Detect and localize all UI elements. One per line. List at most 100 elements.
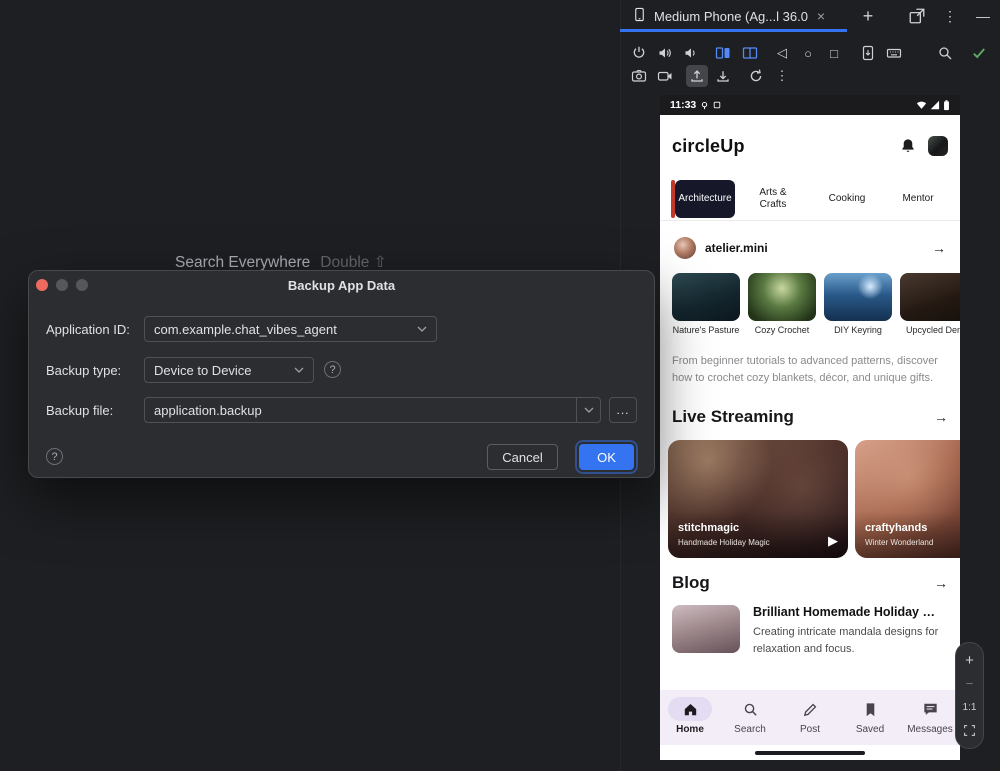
blog-header: Blog →: [672, 573, 948, 593]
stream-shade: [668, 512, 848, 558]
backup-file-input[interactable]: [145, 403, 576, 418]
tab-mentor[interactable]: Mentor: [893, 193, 943, 205]
backup-file-label: Backup file:: [46, 403, 113, 418]
craft-card[interactable]: Cozy Crochet: [748, 273, 816, 335]
back-button-icon[interactable]: ◁: [771, 42, 793, 64]
nav-post[interactable]: Post: [781, 697, 839, 735]
screen-record-icon[interactable]: [857, 42, 879, 64]
volume-up-icon[interactable]: [654, 42, 676, 64]
home-icon: [668, 697, 712, 721]
application-id-label: Application ID:: [46, 322, 130, 337]
stream-card[interactable]: stitchmagic Handmade Holiday Magic ▶: [668, 440, 848, 558]
overview-button-icon[interactable]: □: [823, 42, 845, 64]
virtual-keyboard-icon[interactable]: [883, 42, 905, 64]
zoom-in-button[interactable]: +: [960, 650, 980, 670]
status-time: 11:33: [670, 99, 696, 111]
nav-saved[interactable]: Saved: [841, 697, 899, 735]
craft-card-image: [900, 273, 960, 321]
profile-name: atelier.mini: [705, 241, 768, 255]
nav-search[interactable]: Search: [721, 697, 779, 735]
nav-label: Messages: [907, 724, 953, 735]
user-avatar[interactable]: [928, 136, 948, 156]
home-button-icon[interactable]: ○: [797, 42, 819, 64]
dialog-title: Backup App Data: [29, 278, 654, 293]
tool-window-options-icon[interactable]: ⋮: [941, 7, 959, 25]
zoom-controls-panel: + − 1:1: [955, 642, 984, 749]
add-tab-button[interactable]: +: [856, 4, 880, 28]
backup-file-combobox[interactable]: [144, 397, 601, 423]
fit-to-window-icon[interactable]: [960, 721, 980, 741]
notifications-bell-icon[interactable]: [899, 137, 917, 155]
craft-card[interactable]: Upcycled Den: [900, 273, 960, 335]
gesture-handle[interactable]: [755, 751, 865, 755]
bookmark-icon: [848, 697, 892, 721]
craft-card-label: Upcycled Den: [900, 325, 960, 335]
android-studio-window: Search EverywhereDouble ⇧ Medium Phone (…: [0, 0, 1000, 771]
nav-label: Search: [734, 724, 766, 735]
arrow-right-icon[interactable]: →: [934, 575, 948, 591]
blog-post-title: Brilliant Homemade Holiday …: [753, 605, 951, 619]
chevron-down-icon: [417, 326, 427, 332]
app-header: circleUp: [660, 115, 960, 177]
backup-app-data-dialog: Backup App Data Application ID: com.exam…: [28, 270, 655, 478]
nav-messages[interactable]: Messages: [901, 697, 959, 735]
power-button-icon[interactable]: [628, 42, 650, 64]
arrow-right-icon[interactable]: →: [932, 240, 946, 256]
cancel-button[interactable]: Cancel: [487, 444, 558, 470]
emulator-toolbar: ◁ ○ □ ⋮: [620, 32, 1000, 92]
hide-tool-window-icon[interactable]: —: [974, 7, 992, 25]
status-app-icon: [713, 101, 721, 109]
zoom-out-button[interactable]: −: [960, 674, 980, 694]
wifi-icon: [916, 100, 927, 110]
stream-subtitle: Handmade Holiday Magic: [678, 538, 770, 547]
bottom-navigation: Home Search Post Saved: [660, 690, 960, 745]
stream-subtitle: Winter Wonderland: [865, 538, 933, 547]
ok-button[interactable]: OK: [579, 444, 634, 470]
video-record-icon[interactable]: [654, 65, 676, 87]
arrow-right-icon[interactable]: →: [934, 409, 948, 425]
chevron-down-icon[interactable]: [576, 398, 600, 422]
nav-label: Saved: [856, 724, 884, 735]
profile-row[interactable]: atelier.mini →: [660, 228, 960, 268]
craft-card-image: [672, 273, 740, 321]
browse-file-button[interactable]: ...: [609, 397, 637, 423]
posture-device-icon[interactable]: [739, 42, 761, 64]
screenshot-camera-icon[interactable]: [628, 65, 650, 87]
open-in-window-icon[interactable]: [908, 7, 926, 25]
craft-card[interactable]: DIY Keyring: [824, 273, 892, 335]
more-options-icon[interactable]: ⋮: [771, 65, 793, 87]
application-id-select[interactable]: com.example.chat_vibes_agent: [144, 316, 437, 342]
blog-post-row[interactable]: Brilliant Homemade Holiday … Creating in…: [672, 605, 953, 657]
dialog-help-icon[interactable]: ?: [46, 448, 63, 465]
volume-down-icon[interactable]: [680, 42, 702, 64]
battery-icon: [943, 100, 950, 111]
craft-card[interactable]: Nature's Pasture: [672, 273, 740, 335]
craft-cards-row: Nature's Pasture Cozy Crochet DIY Keyrin…: [672, 273, 960, 335]
emulator-device-tab[interactable]: Medium Phone (Ag...l 36.0 ×: [620, 0, 847, 32]
stream-card[interactable]: craftyhands Winter Wonderland: [855, 440, 960, 558]
search-icon[interactable]: [934, 42, 956, 64]
checkmark-icon[interactable]: [968, 42, 990, 64]
pull-file-icon[interactable]: [712, 65, 734, 87]
tab-cooking[interactable]: Cooking: [819, 193, 875, 205]
app-title: circleUp: [672, 136, 745, 157]
stream-shade: [855, 512, 960, 558]
backup-type-label: Backup type:: [46, 363, 121, 378]
tab-architecture[interactable]: Architecture: [675, 180, 735, 218]
nav-home[interactable]: Home: [661, 697, 719, 735]
backup-type-help-icon[interactable]: ?: [324, 361, 341, 378]
pencil-icon: [788, 697, 832, 721]
status-location-icon: [700, 101, 709, 110]
emulator-tab-title: Medium Phone (Ag...l 36.0: [654, 9, 808, 24]
push-file-icon[interactable]: [686, 65, 708, 87]
blog-post-excerpt: Creating intricate mandala designs for r…: [753, 624, 949, 657]
emulator-tab-bar: Medium Phone (Ag...l 36.0 × + ⋮ —: [620, 0, 1000, 32]
application-id-value: com.example.chat_vibes_agent: [154, 322, 337, 337]
fold-device-icon[interactable]: [712, 42, 734, 64]
zoom-ratio-button[interactable]: 1:1: [960, 697, 980, 717]
backup-type-select[interactable]: Device to Device: [144, 357, 314, 383]
close-tab-icon[interactable]: ×: [817, 8, 825, 24]
play-icon[interactable]: ▶: [828, 533, 838, 549]
tab-arts-crafts[interactable]: Arts & Crafts: [747, 187, 799, 211]
snapshot-restore-icon[interactable]: [745, 65, 767, 87]
